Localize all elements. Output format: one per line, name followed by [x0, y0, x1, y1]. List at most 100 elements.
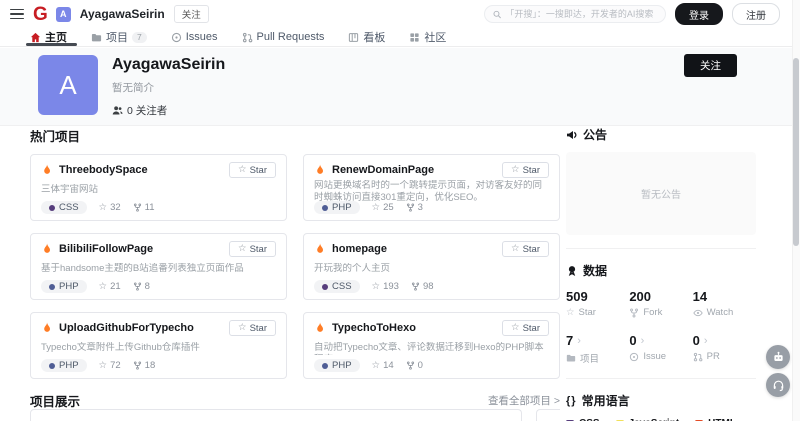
- medal-icon: [566, 265, 578, 277]
- language-dot: [49, 363, 55, 369]
- project-card[interactable]: UploadGithubForTypecho ☆Star Typecho文章附件…: [30, 312, 287, 379]
- star-icon: ☆: [511, 165, 520, 175]
- folder-icon: [91, 32, 102, 43]
- view-all-projects-link[interactable]: 查看全部项目 >: [488, 393, 560, 408]
- fork-icon: [629, 308, 639, 318]
- stat-issues[interactable]: 0› Issue: [629, 333, 692, 365]
- register-button[interactable]: 注册: [732, 3, 780, 25]
- language-dot: [49, 284, 55, 290]
- language-tag: PHP: [314, 359, 360, 372]
- star-button[interactable]: ☆Star: [502, 241, 549, 257]
- project-name[interactable]: UploadGithubForTypecho: [59, 322, 223, 334]
- project-card[interactable]: ThreebodySpace ☆Star 三体宇宙网站 CSS ☆32 11: [30, 154, 287, 221]
- star-button[interactable]: ☆Star: [502, 320, 549, 336]
- star-count: ☆32: [99, 202, 121, 213]
- star-icon: ☆: [238, 323, 247, 333]
- feedback-button[interactable]: [766, 373, 790, 397]
- tab-issues[interactable]: Issues: [171, 28, 218, 46]
- star-button[interactable]: ☆Star: [229, 320, 276, 336]
- login-button[interactable]: 登录: [675, 3, 723, 25]
- stat-projects[interactable]: 7› 项目: [566, 333, 629, 365]
- home-icon: [30, 32, 41, 43]
- tab-home[interactable]: 主页: [30, 28, 67, 46]
- flame-icon: [314, 322, 326, 334]
- project-name[interactable]: BilibiliFollowPage: [59, 243, 223, 255]
- profile-banner: A AyagawaSeirin 暂无简介 0 关注者 关注: [0, 48, 792, 126]
- project-name[interactable]: TypechoToHexo: [332, 322, 496, 334]
- issue-icon: [171, 32, 182, 43]
- flame-icon: [41, 164, 53, 176]
- fork-icon: [133, 282, 142, 291]
- tab-projects[interactable]: 项目 7: [91, 28, 147, 46]
- community-icon: [409, 32, 420, 43]
- tab-community[interactable]: 社区: [409, 28, 446, 46]
- stats-title: 数据: [583, 262, 607, 279]
- tab-label: 看板: [363, 29, 385, 45]
- search-box[interactable]: [484, 5, 666, 23]
- tab-board[interactable]: 看板: [348, 28, 385, 46]
- fork-count: 98: [411, 281, 434, 292]
- headset-icon: [772, 379, 785, 392]
- followers-icon: [112, 105, 123, 116]
- star-button[interactable]: ☆Star: [229, 241, 276, 257]
- project-card[interactable]: TypechoToHexo ☆Star 自动把Typecho文章、评论数据迁移到…: [303, 312, 560, 379]
- star-icon: ☆: [238, 244, 247, 254]
- language-tag: PHP: [41, 280, 87, 293]
- project-card[interactable]: homepage ☆Star 开玩我的个人主页 CSS ☆193 98: [303, 233, 560, 300]
- project-card[interactable]: RenewDomainPage ☆Star 网站更换域名时的一个跳转提示页面，对…: [303, 154, 560, 221]
- followers-count[interactable]: 0 关注者: [127, 103, 167, 118]
- showcase-card[interactable]: [536, 409, 560, 421]
- scrollbar-thumb[interactable]: [793, 58, 799, 246]
- hot-projects-grid: ThreebodySpace ☆Star 三体宇宙网站 CSS ☆32 11 R…: [30, 154, 560, 379]
- star-button[interactable]: ☆Star: [229, 162, 276, 178]
- flame-icon: [314, 164, 326, 176]
- gitee-profile-page: G A AyagawaSeirin 关注 登录 注册 主页 项目 7 Issue…: [0, 0, 800, 421]
- megaphone-icon: [566, 129, 578, 141]
- star-icon: ☆: [511, 323, 520, 333]
- star-button[interactable]: ☆Star: [502, 162, 549, 178]
- pull-request-icon: [242, 32, 253, 43]
- tab-label: Pull Requests: [257, 31, 325, 43]
- menu-icon[interactable]: [10, 9, 24, 20]
- stat-prs[interactable]: 0› PR: [693, 333, 756, 365]
- star-icon: ☆: [238, 165, 247, 175]
- stat-star[interactable]: 509 ☆Star: [566, 289, 629, 318]
- tab-pull-requests[interactable]: Pull Requests: [242, 28, 325, 46]
- fork-count: 11: [133, 202, 155, 213]
- languages-title: 常用语言: [582, 392, 630, 409]
- ai-assistant-button[interactable]: [766, 345, 790, 369]
- header-username[interactable]: AyagawaSeirin: [80, 7, 165, 21]
- project-card[interactable]: BilibiliFollowPage ☆Star 基于handsome主题的B站…: [30, 233, 287, 300]
- fork-icon: [133, 203, 142, 212]
- project-name[interactable]: RenewDomainPage: [332, 164, 496, 176]
- avatar: A: [56, 7, 71, 22]
- search-input[interactable]: [505, 9, 657, 19]
- stat-watch[interactable]: 14 Watch: [693, 289, 756, 318]
- divider: [566, 248, 756, 249]
- robot-icon: [772, 351, 785, 364]
- language-tag: CSS: [314, 280, 360, 293]
- star-icon: ☆: [566, 307, 575, 318]
- stat-fork[interactable]: 200 Fork: [629, 289, 692, 318]
- project-name[interactable]: homepage: [332, 243, 496, 255]
- showcase-card[interactable]: [30, 409, 522, 421]
- fork-icon: [406, 361, 415, 370]
- header-follow-button[interactable]: 关注: [174, 5, 209, 23]
- language-dot: [322, 205, 328, 211]
- project-description: 基于handsome主题的B站追番列表独立页面作品: [41, 263, 276, 276]
- fork-icon: [411, 282, 420, 291]
- fork-count: 8: [133, 281, 150, 292]
- profile-avatar[interactable]: A: [38, 55, 98, 115]
- language-tag: CSS: [41, 201, 87, 214]
- search-icon: [493, 10, 501, 19]
- project-name[interactable]: ThreebodySpace: [59, 164, 223, 176]
- follow-button[interactable]: 关注: [684, 54, 737, 77]
- eye-icon: [693, 308, 703, 318]
- showcase-title: 项目展示: [30, 391, 80, 410]
- tab-label: Issues: [186, 31, 218, 43]
- star-count: ☆21: [99, 281, 121, 292]
- project-description: 三体宇宙网站: [41, 184, 276, 197]
- gitee-logo[interactable]: G: [33, 5, 47, 24]
- tab-label: 主页: [45, 29, 67, 45]
- project-description: 开玩我的个人主页: [314, 263, 549, 276]
